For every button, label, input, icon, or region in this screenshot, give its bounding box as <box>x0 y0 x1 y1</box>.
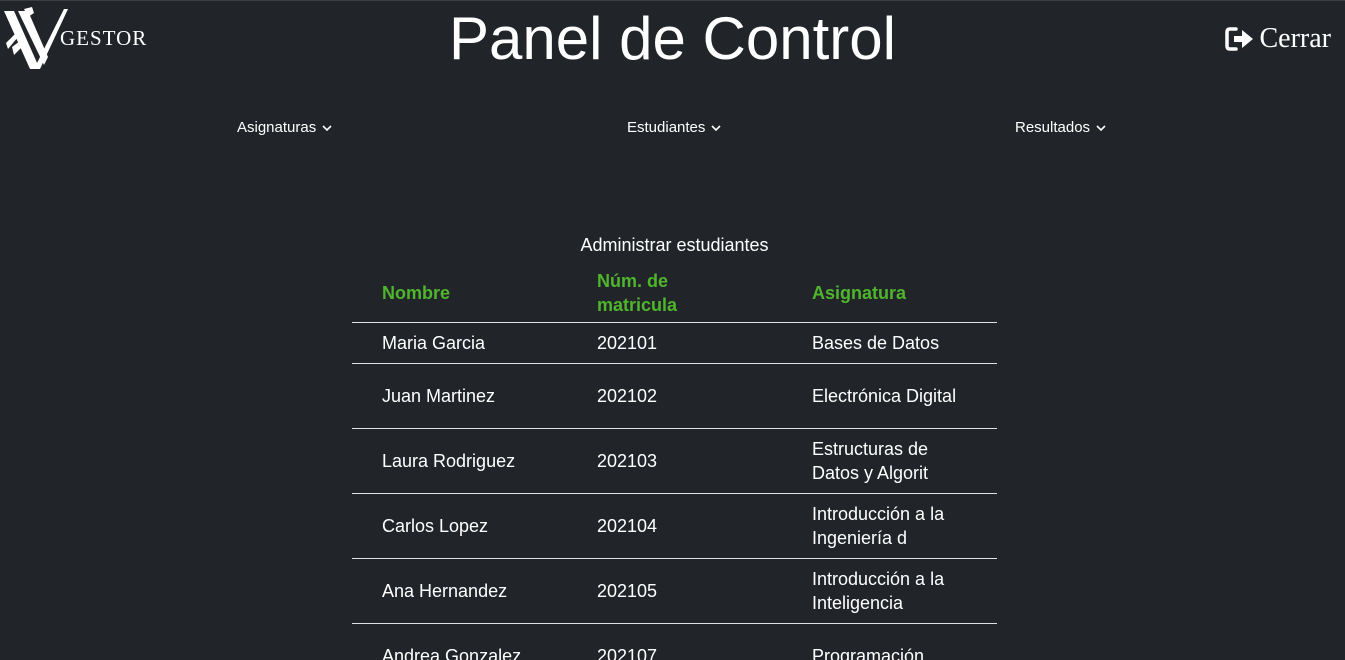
chevron-down-icon <box>322 124 332 131</box>
cell-asignatura: Estructuras de Datos y Algorit <box>782 428 997 494</box>
nav-asignaturas-dropdown[interactable]: Asignaturas <box>237 119 332 136</box>
cell-nombre: Ana Hernandez <box>352 558 567 624</box>
cell-matricula: 202104 <box>567 493 782 559</box>
nav-label-resultados: Resultados <box>1015 119 1091 136</box>
cell-matricula: 202107 <box>567 623 782 660</box>
logout-button[interactable]: Cerrar <box>1225 23 1331 55</box>
table-row[interactable]: Juan Martinez 202102 Electrónica Digital <box>352 363 997 429</box>
section-title: Administrar estudiantes <box>580 235 769 255</box>
table-row[interactable]: Andrea Gonzalez 202107 Programación <box>352 623 997 660</box>
page-title: Panel de Control <box>449 5 896 72</box>
chevron-down-icon <box>711 124 721 131</box>
cell-asignatura: Introducción a la Ingeniería d <box>782 493 997 559</box>
cell-asignatura: Introducción a la Inteligencia <box>782 558 997 624</box>
nav-label-asignaturas: Asignaturas <box>237 119 317 136</box>
cell-nombre: Maria Garcia <box>352 322 567 364</box>
table-row[interactable]: Carlos Lopez 202104 Introducción a la In… <box>352 493 997 559</box>
chevron-down-icon <box>1096 124 1106 131</box>
column-header-matricula: Núm. de matricula <box>567 263 782 323</box>
cell-asignatura: Bases de Datos <box>782 322 997 364</box>
cell-matricula: 202105 <box>567 558 782 624</box>
table-header-row: Nombre Núm. de matricula Asignatura <box>352 263 997 323</box>
cell-nombre: Andrea Gonzalez <box>352 623 567 660</box>
cell-matricula: 202101 <box>567 322 782 364</box>
cell-matricula: 202102 <box>567 363 782 429</box>
table-row[interactable]: Ana Hernandez 202105 Introducción a la I… <box>352 558 997 624</box>
logout-label: Cerrar <box>1259 23 1331 54</box>
table-row[interactable]: Maria Garcia 202101 Bases de Datos <box>352 322 997 364</box>
cell-nombre: Juan Martinez <box>352 363 567 429</box>
nav-resultados-dropdown[interactable]: Resultados <box>1015 119 1106 136</box>
students-table: Nombre Núm. de matricula Asignatura Mari… <box>352 263 997 660</box>
main-nav: Asignaturas Estudiantes Resultados <box>0 119 1345 141</box>
nav-label-estudiantes: Estudiantes <box>627 119 706 136</box>
cell-nombre: Carlos Lopez <box>352 493 567 559</box>
nav-estudiantes-dropdown[interactable]: Estudiantes <box>627 119 721 136</box>
column-header-nombre: Nombre <box>352 263 567 323</box>
dashboard-page: GESTOR Panel de Control Cerrar Asignatur… <box>0 0 1345 660</box>
cell-nombre: Laura Rodriguez <box>352 428 567 494</box>
column-header-asignatura: Asignatura <box>782 263 997 323</box>
sign-out-icon <box>1225 27 1254 51</box>
cell-matricula: 202103 <box>567 428 782 494</box>
table-row[interactable]: Laura Rodriguez 202103 Estructuras de Da… <box>352 428 997 494</box>
cell-asignatura: Electrónica Digital <box>782 363 997 429</box>
cell-asignatura: Programación <box>782 623 997 660</box>
